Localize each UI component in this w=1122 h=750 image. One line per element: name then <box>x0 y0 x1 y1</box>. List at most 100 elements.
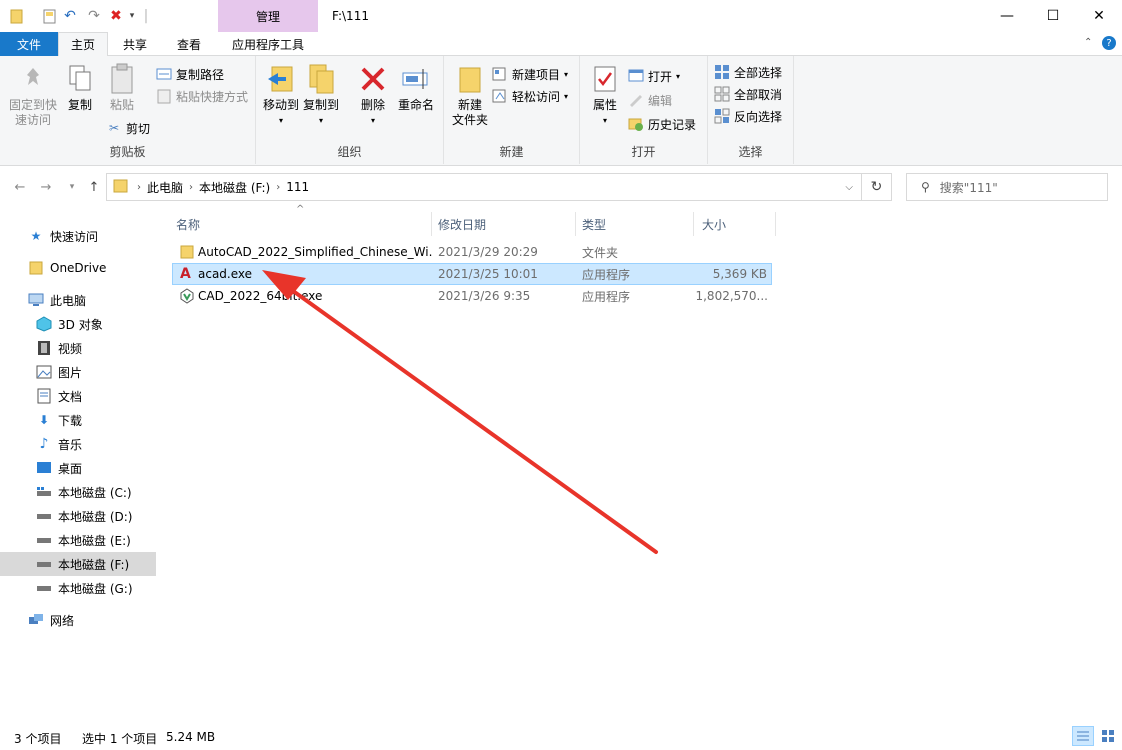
large-icons-view-icon[interactable] <box>1098 726 1118 746</box>
easy-access-button[interactable]: 轻松访问 ▾ <box>492 86 568 106</box>
properties-icon[interactable] <box>42 8 58 24</box>
invert-selection-icon <box>714 108 730 124</box>
details-view-icon[interactable] <box>1072 726 1094 746</box>
nav-drive-e[interactable]: 本地磁盘 (E:) <box>0 528 156 552</box>
history-button[interactable]: 历史记录 <box>628 114 696 134</box>
delete-button[interactable]: 删除 ▾ <box>354 62 392 128</box>
undo-icon[interactable]: ↶ <box>62 8 78 24</box>
organize-group-label: 组织 <box>337 145 362 159</box>
edit-icon <box>628 92 644 108</box>
paste-icon <box>106 62 138 96</box>
column-header-type[interactable]: 类型 <box>566 212 694 236</box>
delete-icon[interactable]: ✖ <box>108 8 124 24</box>
nav-drive-c[interactable]: 本地磁盘 (C:) <box>0 480 156 504</box>
paste-button[interactable]: 粘贴 <box>102 62 142 113</box>
context-tab-manage[interactable]: 管理 <box>218 0 318 32</box>
recent-locations-icon[interactable]: ▾ <box>62 178 82 196</box>
table-row[interactable]: A acad.exe 2021/3/25 10:01 应用程序 5,369 KB <box>172 263 772 285</box>
music-note-icon: ♪ <box>39 436 49 452</box>
nav-documents[interactable]: 文档 <box>0 384 156 408</box>
select-none-icon <box>714 86 730 102</box>
nav-drive-g[interactable]: 本地磁盘 (G:) <box>0 576 156 600</box>
open-button[interactable]: 打开 ▾ <box>628 66 680 86</box>
nav-drive-d[interactable]: 本地磁盘 (D:) <box>0 504 156 528</box>
nav-quick-access[interactable]: ★ 快速访问 <box>0 224 156 248</box>
close-button[interactable]: ✕ <box>1076 0 1122 32</box>
forward-arrow-icon[interactable]: → <box>36 178 56 196</box>
file-type: 应用程序 <box>582 289 631 304</box>
search-input[interactable]: 搜索"111" <box>940 179 998 196</box>
select-all-button[interactable]: 全部选择 <box>714 62 782 82</box>
tab-view[interactable]: 查看 <box>162 32 216 56</box>
chevron-right-icon[interactable]: › <box>137 182 141 193</box>
chevron-right-icon[interactable]: › <box>189 182 193 193</box>
rename-button[interactable]: 重命名 <box>394 62 438 113</box>
redo-icon[interactable]: ↷ <box>86 8 102 24</box>
drive-icon <box>36 556 52 572</box>
minimize-button[interactable]: — <box>984 0 1030 32</box>
search-box[interactable]: ⚲ 搜索"111" <box>906 173 1108 201</box>
folder-icon <box>180 241 194 263</box>
breadcrumb-drive-f[interactable]: 本地磁盘 (F:) <box>199 179 270 196</box>
copy-to-icon <box>305 62 337 96</box>
maximize-button[interactable]: ☐ <box>1030 0 1076 32</box>
move-to-button[interactable]: 移动到 ▾ <box>262 62 300 128</box>
address-bar[interactable]: › 此电脑 › 本地磁盘 (F:) › 111 ⌵ <box>106 173 862 201</box>
easy-access-dropdown-icon: ▾ <box>564 91 569 101</box>
new-folder-button[interactable]: 新建 文件夹 <box>448 62 492 128</box>
nav-desktop[interactable]: 桌面 <box>0 456 156 480</box>
up-arrow-icon[interactable]: ↑ <box>84 178 104 196</box>
copy-to-button[interactable]: 复制到 ▾ <box>302 62 340 128</box>
new-group-label: 新建 <box>499 145 524 159</box>
navigation-row: ← → ▾ ↑ › 此电脑 › 本地磁盘 (F:) › 111 ⌵ ↻ ⚲ 搜索… <box>0 170 1122 204</box>
copy-path-button[interactable]: 复制路径 <box>156 64 224 84</box>
customize-quick-access-icon[interactable]: ▾ <box>126 8 138 24</box>
drive-icon <box>36 532 52 548</box>
open-group: 属性 ▾ 打开 ▾ 编辑 历史记录 打开 <box>580 56 708 164</box>
tab-file[interactable]: 文件 <box>0 32 58 56</box>
download-arrow-icon: ⬇ <box>38 413 50 427</box>
cut-button[interactable]: ✂ 剪切 <box>106 118 150 138</box>
table-row[interactable]: CAD_2022_64bit.exe 2021/3/26 9:35 应用程序 1… <box>172 285 772 307</box>
properties-button[interactable]: 属性 ▾ <box>588 62 622 128</box>
paste-shortcut-button[interactable]: 粘贴快捷方式 <box>156 86 248 106</box>
breadcrumb-111[interactable]: 111 <box>286 180 309 194</box>
address-dropdown-icon[interactable]: ⌵ <box>845 182 853 193</box>
nav-pictures[interactable]: 图片 <box>0 360 156 384</box>
pin-quick-access-button[interactable]: 固定到快 速访问 <box>6 62 60 128</box>
new-folder-icon <box>454 62 486 96</box>
nav-videos[interactable]: 视频 <box>0 336 156 360</box>
column-header-modified[interactable]: 修改日期 <box>422 212 576 236</box>
breadcrumb-this-pc[interactable]: 此电脑 <box>147 179 183 196</box>
collapse-ribbon-icon[interactable]: ⌃ <box>1084 37 1092 48</box>
copy-button[interactable]: 复制 <box>62 62 98 113</box>
column-header-size[interactable]: 大小 <box>686 212 776 236</box>
system-drive-icon <box>36 484 52 500</box>
nav-music[interactable]: ♪ 音乐 <box>0 432 156 456</box>
column-header-name[interactable]: 名称 <box>160 212 432 236</box>
nav-downloads[interactable]: ⬇ 下载 <box>0 408 156 432</box>
new-item-button[interactable]: 新建项目 ▾ <box>492 64 568 84</box>
tab-application-tools[interactable]: 应用程序工具 <box>218 32 318 56</box>
file-list: ^ 名称 修改日期 类型 大小 AutoCAD_2022_Simplified_… <box>160 204 1122 722</box>
help-icon[interactable]: ? <box>1102 36 1116 50</box>
chevron-right-icon[interactable]: › <box>276 182 280 193</box>
cube-3d-icon <box>36 316 52 332</box>
table-row[interactable]: AutoCAD_2022_Simplified_Chinese_Wi... 20… <box>172 241 772 263</box>
refresh-icon[interactable]: ↻ <box>862 173 892 201</box>
back-arrow-icon[interactable]: ← <box>10 178 30 196</box>
select-none-button[interactable]: 全部取消 <box>714 84 782 104</box>
nav-drive-f[interactable]: 本地磁盘 (F:) <box>0 552 156 576</box>
tab-share[interactable]: 共享 <box>108 32 162 56</box>
status-item-count: 3 个项目 <box>14 732 62 746</box>
nav-network[interactable]: 网络 <box>0 608 156 632</box>
invert-selection-button[interactable]: 反向选择 <box>714 106 782 126</box>
tab-home[interactable]: 主页 <box>58 32 108 57</box>
nav-this-pc[interactable]: 此电脑 <box>0 288 156 312</box>
nav-onedrive[interactable]: OneDrive <box>0 256 156 280</box>
select-group: 全部选择 全部取消 反向选择 选择 <box>708 56 794 164</box>
move-to-dropdown-icon: ▾ <box>278 116 283 125</box>
new-item-icon <box>492 66 508 82</box>
edit-button[interactable]: 编辑 <box>628 90 672 110</box>
nav-3d-objects[interactable]: 3D 对象 <box>0 312 156 336</box>
